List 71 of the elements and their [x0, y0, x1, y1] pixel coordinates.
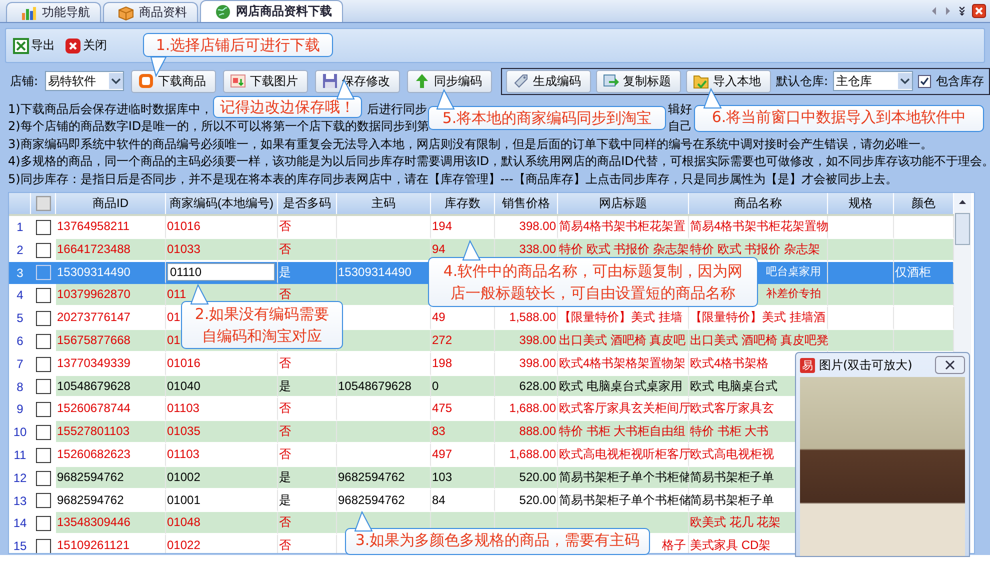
table-cell: 01033 [166, 238, 278, 262]
warehouse-label: 默认仓库: [776, 72, 828, 90]
table-cell: 是 [278, 376, 337, 398]
table-cell: 是 [278, 466, 337, 490]
table-cell: 398.00 [495, 330, 558, 353]
table-cell: 628.00 [495, 376, 558, 398]
row-number: 13 [12, 492, 28, 510]
table-cell: 103 [431, 466, 495, 490]
table-cell: 仅酒柜 [894, 262, 954, 284]
note-text: 4)多规格的商品，同一个商品的主码必须要一样，该功能是为以后同步库存时需要调用该ID，默认系统用网店的商品ID代替，可根据实际需要也可做修改，如不同步库存该功能不于理会。 [8, 153, 990, 170]
callout-tooltip: 1.选择店铺后可进行下载 [143, 33, 333, 57]
row-number: 11 [12, 446, 28, 464]
table-cell: 13548309446 [56, 512, 166, 536]
callout-tooltip: 5.将本地的商家编码同步到淘宝 [428, 106, 666, 130]
table-cell: 01035 [166, 421, 278, 444]
table-cell: 9682594762 [337, 466, 431, 490]
table-cell: 是 [278, 262, 337, 284]
table-cell: 特价 书柜 大书柜自由组 [558, 421, 689, 444]
table-cell: 10548679628 [337, 376, 431, 398]
note-text: 1)下载商品后会保存进临时数据库中， [8, 101, 212, 118]
row-number: 5 [16, 310, 24, 328]
note-text: 2)每个店铺的商品数字ID是唯一的，所以不可以将第一个店下载的数据同步到第 [8, 118, 430, 136]
row-number: 10 [12, 424, 28, 442]
callout-tooltip: 6.将当前窗口中数据导入到本地软件中 [694, 105, 984, 132]
table-cell: 01002 [166, 466, 278, 490]
row-number: 15 [12, 538, 28, 553]
row-number: 4 [16, 287, 24, 304]
table-cell: 16641723488 [56, 238, 166, 262]
note-text: 自己 [668, 118, 692, 136]
table-cell: 15675877668 [56, 330, 166, 353]
row-number: 2 [16, 242, 24, 259]
table-cell: 272 [431, 330, 495, 353]
row-number: 7 [16, 356, 24, 373]
table-cell: 01040 [166, 376, 278, 398]
table-cell: 否 [278, 512, 337, 536]
table-cell: 15109261121 [56, 535, 166, 553]
note-text: 5)同步库存：是指日后是否同步，并不是现在将本表的库存同步表网店中，请在【库存管理】---【商品库存】上点击同步库存，只是同步属性为【是】才会被同步上去。 [8, 170, 898, 188]
callout-tooltip: 3.如果为多颜色多规格的商品，需要有主码 [345, 528, 650, 555]
table-cell: 10379962870 [56, 284, 166, 308]
table-cell: 否 [278, 238, 337, 262]
row-number: 12 [12, 470, 28, 487]
table-cell: 15527801103 [56, 421, 166, 444]
callout-tooltip: 4.软件中的商品名称，可由标题复制，因为网店一般标题较长，可自由设置短的商品名称 [428, 257, 758, 307]
note-text: 3)商家编码即系统中软件的商品编号必须唯一，如果有重复会无法导入本地，网店则没有限制，但是后面的订单下载中同样的编号在系统中调对接时会产生错误，请勿必唯一。 [8, 136, 932, 153]
table-cell: 9682594762 [56, 466, 166, 490]
table-cell: 83 [431, 421, 495, 444]
table-cell: 888.00 [495, 421, 558, 444]
table-cell: 10548679628 [56, 376, 166, 398]
callout-tooltip: 2.如果没有编码需要自编码和淘宝对应 [181, 301, 343, 349]
table-cell: 01048 [166, 512, 278, 536]
table-cell: 0 [431, 376, 495, 398]
table-cell: 否 [278, 535, 337, 553]
note-text: 辑好 [668, 101, 692, 118]
note-text: 后进行同步 [367, 101, 427, 118]
table-cell: 01022 [166, 535, 278, 553]
callout-tooltip: 记得边改边保存哦！ [213, 96, 362, 118]
row-number: 6 [16, 332, 24, 350]
table-cell: 欧式 电脑桌台式桌家用 [558, 376, 689, 398]
table-cell: 否 [278, 421, 337, 444]
row-number: 1 [16, 219, 24, 236]
row-number: 14 [12, 515, 28, 532]
table-cell: 出口美式 酒吧椅 真皮吧凳 [689, 330, 828, 353]
table-cell: 15309314490 [56, 262, 166, 284]
app-icon: 易 [800, 358, 815, 372]
shop-label: 店铺: [10, 72, 38, 90]
checkbox-label: 包含库存 [936, 72, 984, 90]
table-cell: 出口美式 酒吧椅 真皮吧 [558, 330, 689, 353]
row-number: 9 [16, 401, 24, 418]
table-cell: 520.00 [495, 466, 558, 490]
row-number: 3 [16, 264, 24, 282]
row-number: 8 [16, 378, 24, 396]
